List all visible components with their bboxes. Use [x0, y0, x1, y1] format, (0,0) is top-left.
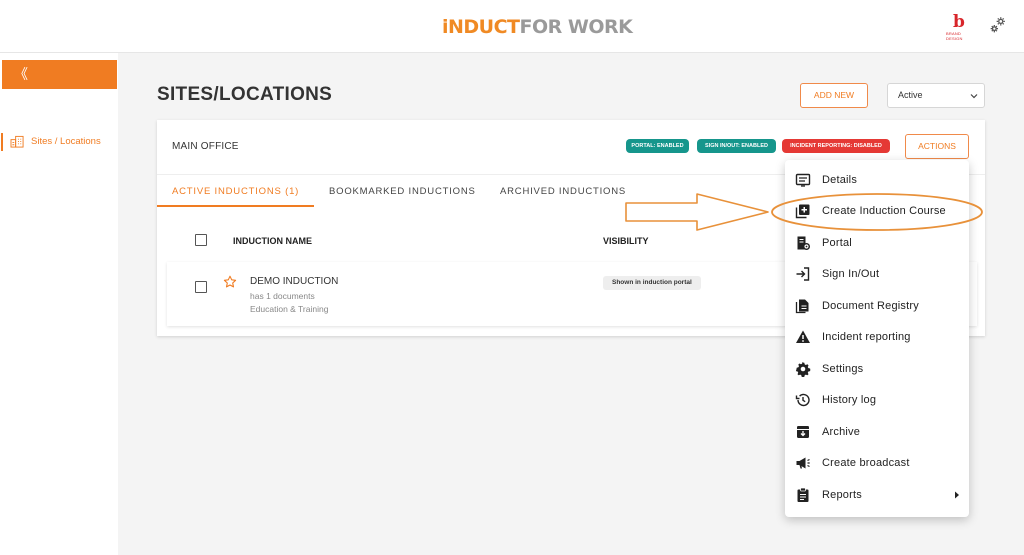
menu-item-details[interactable]: Details	[785, 165, 969, 195]
actions-button[interactable]: ACTIONS	[905, 134, 969, 159]
building-icon	[10, 135, 24, 148]
app-logo[interactable]: iNDUCTFOR WORK	[442, 16, 633, 38]
top-bar: iNDUCTFOR WORK b BRAND DESIGN	[0, 0, 1024, 53]
tab-bookmarked-inductions[interactable]: BOOKMARKED INDUCTIONS	[329, 186, 476, 197]
row-checkbox[interactable]	[195, 281, 207, 293]
megaphone-icon	[796, 457, 810, 469]
bookmark-star-icon[interactable]	[223, 275, 237, 289]
menu-item-reports[interactable]: Reports	[785, 480, 969, 510]
add-box-icon	[795, 204, 810, 219]
column-header-visibility[interactable]: VISIBILITY	[603, 236, 649, 246]
tab-archived-inductions[interactable]: ARCHIVED INDUCTIONS	[500, 186, 626, 197]
warning-icon	[796, 330, 810, 343]
menu-item-create-broadcast[interactable]: Create broadcast	[785, 448, 969, 478]
clipboard-icon	[797, 487, 809, 502]
incident-reporting-status-badge: INCIDENT REPORTING: DISABLED	[782, 139, 890, 153]
column-header-induction-name[interactable]: INDUCTION NAME	[233, 236, 312, 246]
induction-document-count: has 1 documents	[250, 291, 315, 301]
menu-item-archive[interactable]: Archive	[785, 417, 969, 447]
menu-item-incident-reporting[interactable]: Incident reporting	[785, 322, 969, 352]
status-filter-value: Active	[898, 90, 923, 100]
double-chevron-left-icon: 《	[14, 66, 28, 82]
details-icon	[795, 173, 811, 187]
induction-category: Education & Training	[250, 304, 329, 314]
menu-item-document-registry[interactable]: Document Registry	[785, 291, 969, 321]
submenu-caret-right-icon	[955, 491, 959, 499]
sidebar-item-sites-locations[interactable]: Sites / Locations	[1, 133, 101, 151]
menu-item-portal[interactable]: Portal	[785, 228, 969, 258]
portal-status-badge: PORTAL: ENABLED	[626, 139, 689, 153]
settings-gear-icon[interactable]	[987, 14, 1009, 36]
sidebar-collapse-button[interactable]: 《	[2, 60, 117, 89]
status-filter-select[interactable]: Active	[887, 83, 985, 108]
menu-item-settings[interactable]: Settings	[785, 354, 969, 384]
select-all-checkbox[interactable]	[195, 234, 207, 246]
sidebar	[0, 53, 118, 555]
chevron-down-icon	[970, 94, 978, 99]
archive-icon	[797, 426, 809, 438]
site-name: MAIN OFFICE	[172, 141, 239, 152]
induction-name[interactable]: DEMO INDUCTION	[250, 276, 338, 287]
menu-item-sign-in-out[interactable]: Sign In/Out	[785, 259, 969, 289]
history-icon	[795, 393, 810, 407]
portal-icon	[797, 236, 810, 250]
actions-menu: Details Create Induction Course Portal S…	[785, 160, 969, 517]
document-icon	[795, 299, 809, 314]
login-icon	[796, 267, 810, 281]
visibility-badge: Shown in induction portal	[603, 276, 701, 290]
add-new-button[interactable]: ADD NEW	[800, 83, 868, 108]
menu-item-create-induction-course[interactable]: Create Induction Course	[785, 196, 969, 226]
sign-in-out-status-badge: SIGN IN/OUT: ENABLED	[697, 139, 776, 153]
active-tab-indicator	[157, 205, 314, 207]
tab-active-inductions[interactable]: ACTIVE INDUCTIONS (1)	[172, 186, 299, 197]
page-title: SITES/LOCATIONS	[157, 84, 333, 105]
gear-icon	[795, 361, 811, 377]
brand-avatar[interactable]: b BRAND DESIGN	[946, 13, 972, 41]
menu-item-history-log[interactable]: History log	[785, 385, 969, 415]
sidebar-item-label: Sites / Locations	[31, 136, 101, 147]
